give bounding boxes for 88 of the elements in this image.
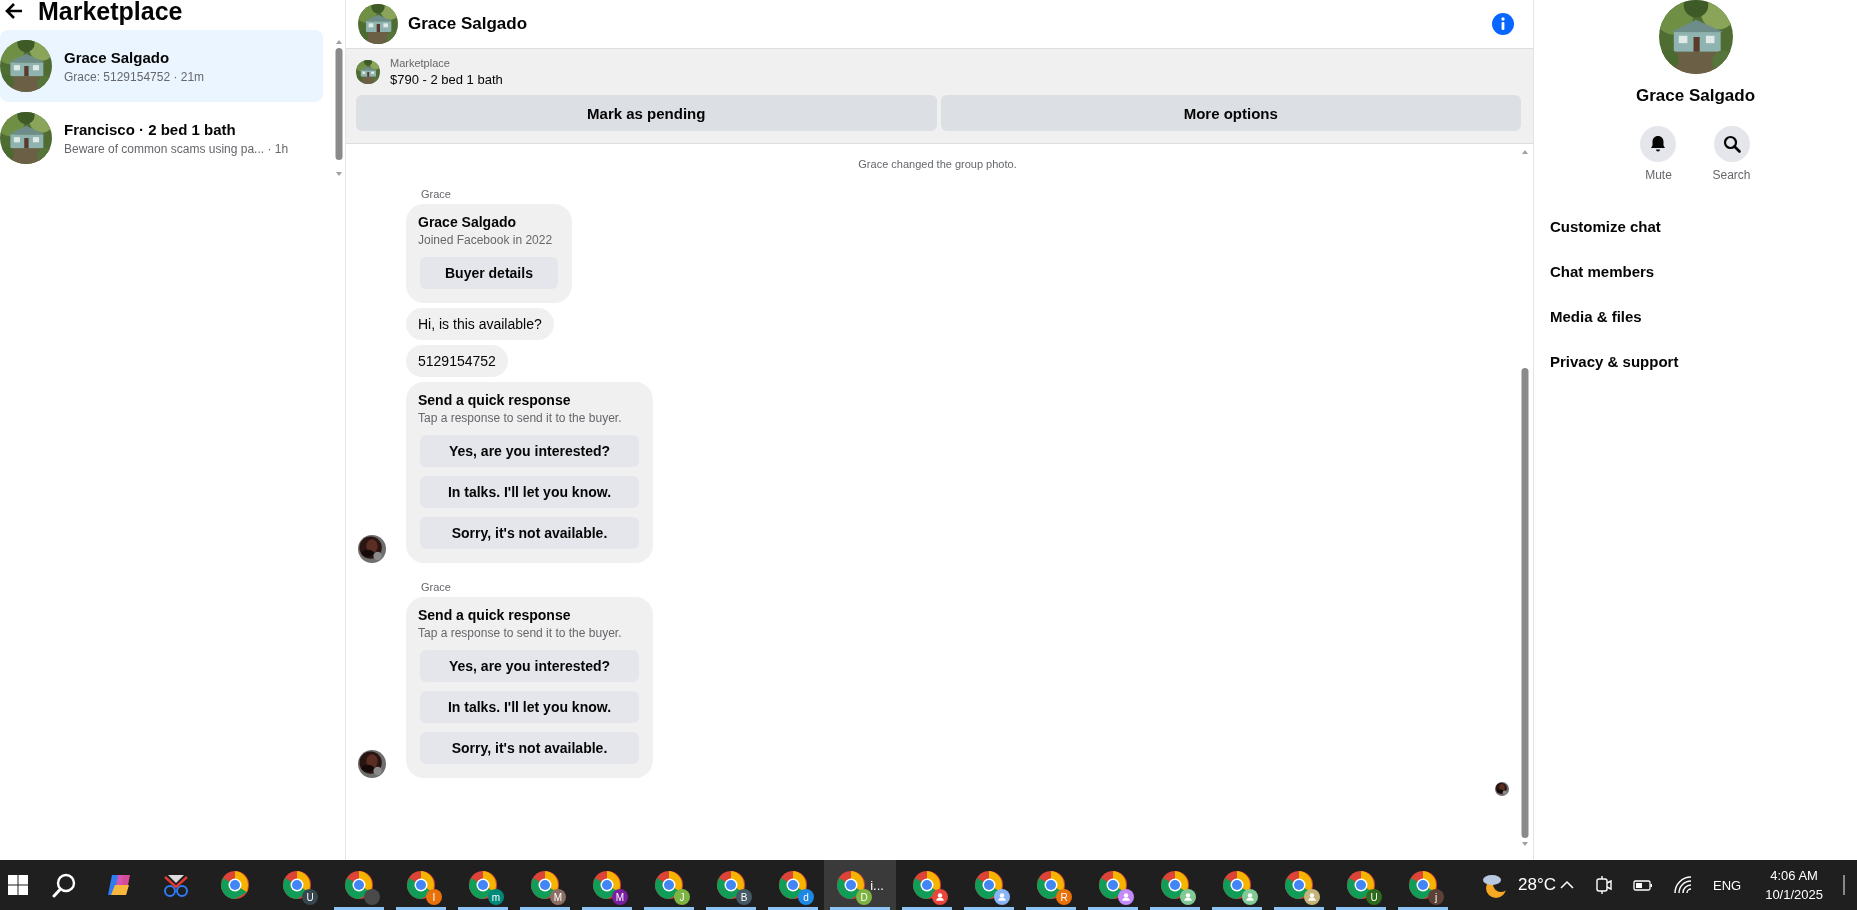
letter-badge: M xyxy=(550,889,566,905)
letter-badge: m xyxy=(488,889,504,905)
system-message: Grace changed the group photo. xyxy=(857,158,1018,170)
letter-badge: U xyxy=(302,889,318,905)
browser-icon xyxy=(592,870,622,900)
listing-label: Marketplace xyxy=(390,57,451,69)
browser-icon xyxy=(468,870,498,900)
taskbar-app[interactable]: j xyxy=(1392,860,1454,910)
clock-time: 4:06 AM xyxy=(1770,868,1818,883)
sender-name: Grace xyxy=(421,581,452,593)
taskbar-app[interactable]: M xyxy=(576,860,638,910)
contact-name: Grace Salgado xyxy=(1635,86,1756,106)
conversation-name: Francisco · 2 bed 1 bath xyxy=(64,120,237,138)
taskbar-app[interactable]: D i... xyxy=(824,860,896,910)
taskbar-app[interactable]: U xyxy=(1330,860,1392,910)
taskbar-app[interactable]: d xyxy=(762,860,824,910)
browser-icon xyxy=(836,870,867,900)
browser-icon xyxy=(1284,870,1314,900)
browser-icon xyxy=(220,870,250,900)
letter-badge: j xyxy=(1428,889,1444,905)
clock-date: 10/1/2025 xyxy=(1765,887,1823,902)
letter-badge: B xyxy=(736,889,752,905)
browser-icon xyxy=(778,870,808,900)
wifi-icon xyxy=(1673,875,1693,895)
message-bubble: 5129154752 xyxy=(406,345,508,377)
sender-name: Grace xyxy=(421,188,452,200)
quick-reply-button[interactable]: Yes, are you interested? xyxy=(420,650,639,682)
quick-reply-button[interactable]: Sorry, it's not available. xyxy=(420,517,639,549)
menu-item[interactable]: Privacy & support xyxy=(1550,339,1679,384)
conversation-item[interactable]: Grace Salgado Grace: 5129154752 · 21m xyxy=(0,30,323,102)
browser-icon xyxy=(406,870,436,900)
search-icon xyxy=(51,872,77,898)
back-arrow-icon xyxy=(4,1,24,21)
listing-title: $790 - 2 bed 1 bath xyxy=(390,72,503,87)
profile-subtitle: Joined Facebook in 2022 xyxy=(418,233,554,247)
message-bubble: Hi, is this available? xyxy=(406,308,554,340)
letter-badge: M xyxy=(612,889,628,905)
buyer-details-button[interactable]: Buyer details xyxy=(420,257,558,289)
browser-icon xyxy=(974,870,1004,900)
quick-reply-button[interactable]: In talks. I'll let you know. xyxy=(420,691,639,723)
menu-item[interactable]: Media & files xyxy=(1550,294,1642,339)
browser-icon xyxy=(344,870,374,900)
browser-icon xyxy=(912,870,942,900)
temperature: 28°C xyxy=(1518,875,1556,895)
camera-icon xyxy=(1595,875,1613,895)
letter-badge: R xyxy=(1056,889,1072,905)
browser-icon xyxy=(1222,870,1252,900)
conversation-item[interactable]: Francisco · 2 bed 1 bath Beware of common scams using pa... · 1h xyxy=(0,102,323,174)
listing-button[interactable]: More options xyxy=(940,95,1521,131)
quick-reply-button[interactable]: Yes, are you interested? xyxy=(420,435,639,467)
letter-badge: D xyxy=(856,889,873,905)
menu-item[interactable]: Customize chat xyxy=(1550,204,1661,249)
search-icon xyxy=(1721,134,1742,154)
language-indicator[interactable]: ENG xyxy=(1713,877,1742,893)
letter-badge: J xyxy=(674,889,690,905)
quick-reply-button[interactable]: Sorry, it's not available. xyxy=(420,732,639,764)
card-subtitle: Tap a response to send it to the buyer. xyxy=(418,626,623,640)
browser-icon xyxy=(654,870,684,900)
browser-icon xyxy=(1098,870,1128,900)
letter-badge: I xyxy=(426,889,442,905)
card-title: Send a quick response xyxy=(418,392,572,408)
card-title: Send a quick response xyxy=(418,607,572,623)
letter-badge: U xyxy=(1366,889,1382,905)
browser-icon xyxy=(1160,870,1190,900)
chevron-up-icon xyxy=(1559,879,1575,891)
windows-start-icon xyxy=(8,875,28,895)
conversation-name: Grace Salgado xyxy=(64,48,171,66)
taskbar-app[interactable]: B xyxy=(700,860,762,910)
card-subtitle: Tap a response to send it to the buyer. xyxy=(418,411,623,425)
battery-icon xyxy=(1633,878,1653,892)
quick-reply-button[interactable]: In talks. I'll let you know. xyxy=(420,476,639,508)
letter-badge: d xyxy=(798,889,814,905)
browser-icon xyxy=(1346,870,1376,900)
listing-button[interactable]: Mark as pending xyxy=(356,95,937,131)
taskbar-app[interactable]: m xyxy=(452,860,514,910)
profile-name: Grace Salgado xyxy=(418,214,518,230)
taskbar-app[interactable]: U xyxy=(266,860,328,910)
browser-icon xyxy=(716,870,746,900)
sidebar-title: Marketplace xyxy=(38,0,183,26)
chat-title: Grace Salgado xyxy=(408,14,529,34)
info-icon xyxy=(1491,12,1515,36)
conversation-preview: Beware of common scams using pa... · 1h xyxy=(64,141,289,156)
browser-icon xyxy=(530,870,560,900)
browser-icon xyxy=(282,870,312,900)
browser-icon xyxy=(1036,870,1066,900)
conversation-preview: Grace: 5129154752 · 21m xyxy=(64,69,205,84)
menu-item[interactable]: Chat members xyxy=(1550,249,1655,294)
taskbar-app[interactable]: M xyxy=(514,860,576,910)
